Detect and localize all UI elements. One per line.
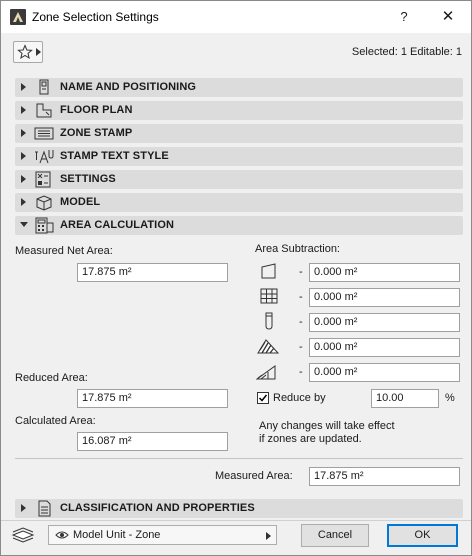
panel-label: SETTINGS [60,173,116,185]
wall-subtraction-icon [261,263,276,279]
star-icon [17,44,33,60]
title-bar: Zone Selection Settings ? ✕ [1,1,471,33]
collapse-arrow-icon [20,222,28,227]
measured-area-field: 17.875 m² [309,467,460,486]
area-calculation-icon [35,217,54,234]
expand-arrow-icon [21,83,26,91]
checkmark-icon [258,394,268,402]
panel-label: AREA CALCULATION [60,219,175,231]
layers-icon [11,527,35,543]
area-subtraction-label: Area Subtraction: [255,243,340,255]
low-height-subtraction-field: 0.000 m² [309,363,460,382]
eye-icon [55,531,69,539]
section-divider [15,458,463,459]
fill-subtraction-field: 0.000 m² [309,338,460,357]
percent-unit-label: % [445,392,455,404]
panel-classification-and-properties[interactable]: CLASSIFICATION AND PROPERTIES [15,499,463,518]
update-note-line-2: if zones are updated. [259,433,362,445]
panel-label: ZONE STAMP [60,127,133,139]
classification-icon [38,500,51,517]
panel-floor-plan[interactable]: FLOOR PLAN [15,101,463,120]
reduce-by-input[interactable]: 10.00 [371,389,439,408]
update-note-line-1: Any changes will take effect [259,420,395,432]
fill-subtraction-icon [257,339,279,354]
panel-label: NAME AND POSITIONING [60,81,197,93]
expand-arrow-icon [21,152,26,160]
calculated-area-label: Calculated Area: [15,415,96,427]
model-unit-value: Model Unit - Zone [73,529,161,541]
measured-area-label: Measured Area: [215,470,293,482]
panel-label: CLASSIFICATION AND PROPERTIES [60,502,255,514]
subtraction-dash: - [299,266,303,278]
expand-arrow-icon [21,504,26,512]
calculated-area-field: 16.087 m² [77,432,228,451]
cancel-button[interactable]: Cancel [301,524,369,547]
panel-label: MODEL [60,196,101,208]
panel-name-and-positioning[interactable]: NAME AND POSITIONING [15,78,463,97]
ok-button[interactable]: OK [387,524,458,547]
expand-arrow-icon [21,106,26,114]
favorites-button[interactable] [13,41,43,63]
curtain-wall-subtraction-field: 0.000 m² [309,288,460,307]
wall-subtraction-field: 0.000 m² [309,263,460,282]
help-button[interactable]: ? [387,5,421,29]
column-subtraction-field: 0.000 m² [309,313,460,332]
column-subtraction-icon [265,312,273,330]
window-title: Zone Selection Settings [32,10,159,24]
panel-settings[interactable]: SETTINGS [15,170,463,189]
selected-editable-count: Selected: 1 Editable: 1 [351,46,462,58]
low-height-subtraction-icon [256,365,276,380]
panel-area-calculation[interactable]: AREA CALCULATION [15,216,463,235]
measured-net-area-field: 17.875 m² [77,263,228,282]
measured-net-area-label: Measured Net Area: [15,245,113,257]
close-button[interactable]: ✕ [433,5,463,29]
settings-icon [35,171,51,188]
panel-model[interactable]: MODEL [15,193,463,212]
zone-stamp-icon [34,127,54,140]
chevron-right-icon [266,532,271,540]
subtraction-dash: - [299,341,303,353]
stamp-text-style-icon [35,150,54,164]
name-positioning-icon [39,79,49,95]
panel-zone-stamp[interactable]: ZONE STAMP [15,124,463,143]
dialog-window: Zone Selection Settings ? ✕ Selected: 1 … [0,0,472,556]
panel-stamp-text-style[interactable]: STAMP TEXT STYLE [15,147,463,166]
curtain-wall-subtraction-icon [260,288,278,304]
footer-divider [1,520,471,521]
floor-plan-icon [36,103,52,118]
expand-arrow-icon [21,198,26,206]
expand-arrow-icon [21,175,26,183]
model-unit-dropdown[interactable]: Model Unit - Zone [48,525,277,545]
subtraction-dash: - [299,366,303,378]
subtraction-dash: - [299,316,303,328]
panel-label: STAMP TEXT STYLE [60,150,169,162]
reduce-by-label: Reduce by [273,392,326,404]
reduce-by-checkbox[interactable] [257,392,269,404]
expand-arrow-icon [21,129,26,137]
reduced-area-label: Reduced Area: [15,372,88,384]
chevron-right-icon [36,48,41,56]
archicad-app-icon [10,9,26,25]
model-icon [36,195,52,211]
subtraction-dash: - [299,291,303,303]
reduced-area-field: 17.875 m² [77,389,228,408]
panel-label: FLOOR PLAN [60,104,133,116]
